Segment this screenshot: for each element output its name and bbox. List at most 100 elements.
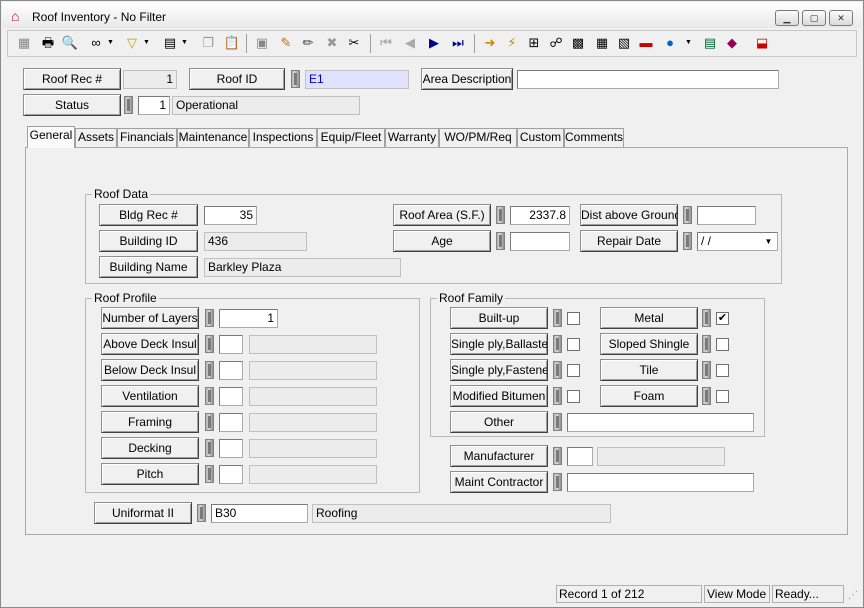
maximize-button[interactable]: ▢ — [802, 10, 826, 26]
hierarchy-icon[interactable]: ☍ — [546, 33, 566, 53]
binoculars-dropdown[interactable]: ▼ — [106, 33, 115, 53]
chart-icon[interactable]: ▧ — [614, 33, 634, 53]
print-icon[interactable]: 🖶 — [38, 33, 58, 53]
tab-equip-fleet[interactable]: Equip/Fleet — [317, 128, 385, 147]
calculator-icon[interactable]: ▦ — [592, 33, 612, 53]
family-right-checkbox-2[interactable] — [716, 364, 729, 377]
chevron-down-icon[interactable]: ▼ — [761, 234, 776, 249]
exit-icon[interactable]: ⬓ — [752, 33, 772, 53]
tab-inspections[interactable]: Inspections — [249, 128, 317, 147]
building-name-button[interactable]: Building Name — [99, 256, 198, 278]
tab-wo-pm-req[interactable]: WO/PM/Req — [439, 128, 517, 147]
family-right-checkbox-1[interactable] — [716, 338, 729, 351]
tab-maintenance[interactable]: Maintenance — [177, 128, 249, 147]
edit-pencil-icon[interactable]: ✏ — [298, 33, 318, 53]
family-right-button-0[interactable]: Metal — [600, 307, 698, 329]
dist-above-ground-button[interactable]: Dist above Ground — [580, 204, 678, 226]
profile-button-2[interactable]: Below Deck Insul — [101, 359, 199, 381]
book-icon[interactable]: ◆ — [722, 33, 742, 53]
keyboard-icon[interactable]: ▤ — [700, 33, 720, 53]
family-right-button-2[interactable]: Tile — [600, 359, 698, 381]
tab-assets[interactable]: Assets — [75, 128, 117, 147]
bldg-rec-field[interactable]: 35 — [204, 206, 257, 225]
age-button[interactable]: Age — [393, 230, 491, 252]
uniformat-code-field[interactable]: B30 — [211, 504, 308, 523]
family-left-checkbox-2[interactable] — [567, 364, 580, 377]
next-record-icon[interactable]: ▶ — [424, 33, 444, 53]
family-left-button-1[interactable]: Single ply,Ballasted — [450, 333, 548, 355]
building-id-button[interactable]: Building ID — [99, 230, 198, 252]
other-field[interactable] — [567, 413, 754, 432]
profile-button-3[interactable]: Ventilation — [101, 385, 199, 407]
cancel-icon[interactable]: ✖ — [322, 33, 342, 53]
profile-code-5[interactable] — [219, 439, 243, 458]
family-right-checkbox-0[interactable]: ✔ — [716, 312, 729, 325]
arrow-icon[interactable]: ➜ — [480, 33, 500, 53]
status-button[interactable]: Status — [23, 94, 121, 116]
manufacturer-code-field[interactable] — [567, 447, 593, 466]
profile-code-2[interactable] — [219, 361, 243, 380]
family-left-checkbox-1[interactable] — [567, 338, 580, 351]
roof-area-field[interactable]: 2337.8 — [510, 206, 570, 225]
edit-book-icon[interactable]: ✎ — [276, 33, 296, 53]
maint-contractor-button[interactable]: Maint Contractor — [450, 471, 548, 493]
dist-above-ground-field[interactable] — [697, 206, 756, 225]
roof-id-field[interactable]: E1 — [305, 70, 409, 89]
repair-date-combo[interactable]: / / ▼ — [697, 232, 778, 251]
cut-icon[interactable]: ✂ — [344, 33, 364, 53]
minimize-button[interactable]: ▁ — [775, 10, 799, 26]
new-record-icon[interactable]: ▤ — [160, 33, 180, 53]
prev-record-icon[interactable]: ◀ — [400, 33, 420, 53]
globe-dropdown[interactable]: ▼ — [684, 33, 693, 53]
other-button[interactable]: Other — [450, 411, 548, 433]
resize-grip-icon[interactable]: ⋰ — [848, 590, 858, 601]
family-left-button-2[interactable]: Single ply,Fastened — [450, 359, 548, 381]
family-left-button-0[interactable]: Built-up — [450, 307, 548, 329]
profile-button-1[interactable]: Above Deck Insul — [101, 333, 199, 355]
area-description-button[interactable]: Area Description — [421, 68, 513, 90]
tree-icon[interactable]: ⊞ — [524, 33, 544, 53]
manufacturer-button[interactable]: Manufacturer — [450, 445, 548, 467]
first-record-icon[interactable]: ⏮ — [376, 33, 396, 53]
tab-custom[interactable]: Custom — [517, 128, 564, 147]
grid-icon[interactable]: ▦ — [14, 33, 34, 53]
roof-rec-button[interactable]: Roof Rec # — [23, 68, 121, 90]
profile-button-6[interactable]: Pitch — [101, 463, 199, 485]
profile-button-4[interactable]: Framing — [101, 411, 199, 433]
last-record-icon[interactable]: ⏭ — [448, 33, 468, 53]
close-button[interactable]: ✕ — [829, 10, 853, 26]
roof-id-button[interactable]: Roof ID — [189, 68, 285, 90]
age-field[interactable] — [510, 232, 570, 251]
family-right-button-1[interactable]: Sloped Shingle — [600, 333, 698, 355]
save-icon[interactable]: ▣ — [252, 33, 272, 53]
family-left-checkbox-0[interactable] — [567, 312, 580, 325]
uniformat-button[interactable]: Uniformat II — [94, 502, 192, 524]
profile-code-4[interactable] — [219, 413, 243, 432]
status-code-field[interactable]: 1 — [138, 96, 170, 115]
filter-dropdown[interactable]: ▼ — [142, 33, 151, 53]
map-icon[interactable]: ▬ — [636, 33, 656, 53]
profile-code-6[interactable] — [219, 465, 243, 484]
roof-area-button[interactable]: Roof Area (S.F.) — [393, 204, 491, 226]
repair-date-button[interactable]: Repair Date — [580, 230, 678, 252]
tab-general[interactable]: General — [27, 126, 75, 148]
filter-icon[interactable]: ▽ — [122, 33, 142, 53]
family-right-button-3[interactable]: Foam — [600, 385, 698, 407]
tab-warranty[interactable]: Warranty — [385, 128, 439, 147]
family-right-checkbox-3[interactable] — [716, 390, 729, 403]
profile-value-0[interactable]: 1 — [219, 309, 278, 328]
new-record-dropdown[interactable]: ▼ — [180, 33, 189, 53]
profile-code-3[interactable] — [219, 387, 243, 406]
profile-code-1[interactable] — [219, 335, 243, 354]
profile-button-0[interactable]: Number of Layers — [101, 307, 199, 329]
paste-icon[interactable]: 📋 — [222, 33, 242, 53]
print-preview-icon[interactable]: 🔍 — [60, 33, 80, 53]
area-description-field[interactable] — [517, 70, 779, 89]
globe-icon[interactable]: ● — [660, 33, 680, 53]
tab-comments[interactable]: Comments — [564, 128, 624, 147]
profile-button-5[interactable]: Decking — [101, 437, 199, 459]
family-left-button-3[interactable]: Modified Bitumen — [450, 385, 548, 407]
binoculars-icon[interactable]: ∞ — [86, 33, 106, 53]
maint-contractor-field[interactable] — [567, 473, 754, 492]
bldg-rec-button[interactable]: Bldg Rec # — [99, 204, 198, 226]
